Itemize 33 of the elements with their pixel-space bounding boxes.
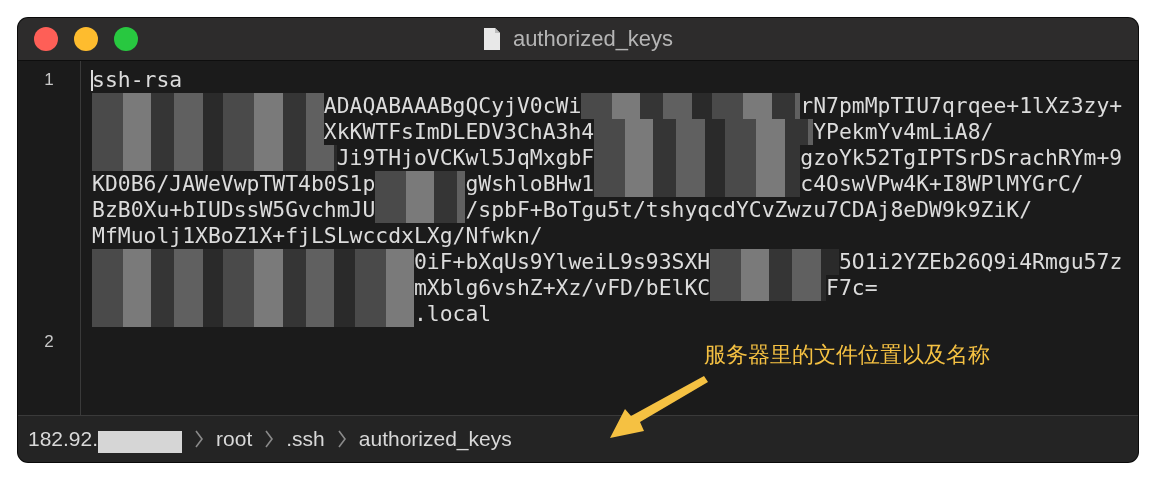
code-text: F7c= <box>826 275 878 301</box>
chevron-icon <box>264 430 275 448</box>
line-number: 1 <box>44 69 54 91</box>
code-text: KD0B6/JAWeVwpTWT4b0S1p <box>92 171 376 197</box>
zoom-button[interactable] <box>114 27 138 51</box>
code-text: ssh-rsa <box>92 67 183 93</box>
document-icon <box>482 27 501 51</box>
code-text: YPekmYv4mLiA8/ <box>813 119 994 145</box>
code-text: .local <box>413 301 492 327</box>
code-text: BzB0Xu+bIUDssW5GvchmJU <box>92 197 376 223</box>
chevron-icon <box>336 430 347 448</box>
code-text: MfMuolj1XBoZ1X+fjLSLwccdxLXg/Nfwkn/ <box>92 223 543 249</box>
line-number: 2 <box>44 331 54 353</box>
annotation-text: 服务器里的文件位置以及名称 <box>704 341 990 369</box>
code-text: c4OswVPw4K+I8WPlMYGrC/ <box>800 171 1084 197</box>
chevron-icon <box>194 430 205 448</box>
code-text: /spbF+BoTgu5t/tshyqcdYCvZwzu7CDAj8eDW9k9ZiK/ <box>465 197 1033 223</box>
code-text: gWshloBHw1 <box>465 171 595 197</box>
code-text: XkKWTFsImDLEDV3ChA3h4 <box>323 119 595 145</box>
code-text: ADAQABAAABgQCyjV0cWi <box>323 93 582 119</box>
breadcrumb-item[interactable]: .ssh <box>286 427 325 451</box>
close-button[interactable] <box>34 27 58 51</box>
code-text: 5O1i2YZEb26Q9i4Rmgu57z <box>838 249 1123 275</box>
code-text: 0iF+bXqUs9YlweiL9s93SXH <box>413 249 711 275</box>
breadcrumb-item[interactable]: 182.92. <box>28 427 99 451</box>
minimize-button[interactable] <box>74 27 98 51</box>
code-text: mXblg6vshZ+Xz/vFD/bElKC <box>413 275 711 301</box>
window-title: authorized_keys <box>512 26 674 52</box>
code-text: rN7pmMpTIU7qrqee+1lXz3zy+ <box>800 93 1123 119</box>
breadcrumb-item[interactable]: authorized_keys <box>358 427 512 451</box>
code-text: Ji9THjoVCKwl5JqMxgbF <box>336 145 595 171</box>
code-text: gzoYk52TgIPTSrDSrachRYm+9 <box>800 145 1123 171</box>
breadcrumb-item[interactable]: root <box>216 427 253 451</box>
